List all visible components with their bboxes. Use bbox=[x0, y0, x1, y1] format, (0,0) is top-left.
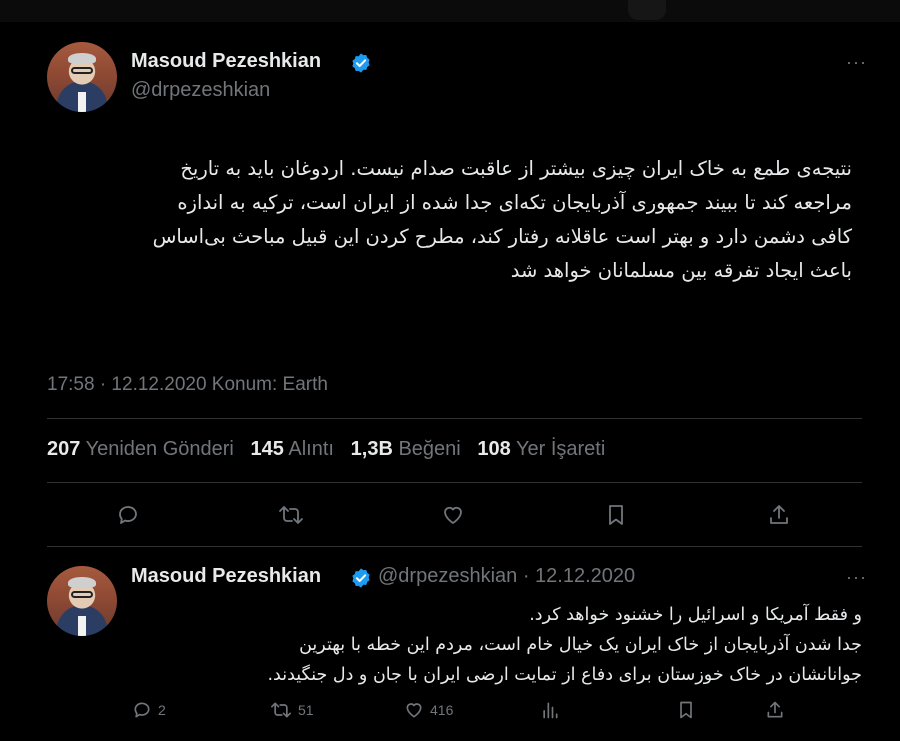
reply-share-button[interactable] bbox=[765, 700, 785, 720]
more-options-icon[interactable]: ··· bbox=[846, 567, 867, 588]
retweet-label: Yeniden Gönderi bbox=[85, 438, 234, 460]
avatar-shirt bbox=[77, 92, 87, 112]
quote-count: 145 bbox=[250, 438, 284, 460]
tweet-text-line: نتیجه‌ی طمع به خاک ایران چیزی بیشتر از ع… bbox=[180, 157, 852, 180]
retweet-count: 207 bbox=[47, 438, 81, 460]
reply-text: و فقط آمریکا و اسرائیل را خشنود خواهد کر… bbox=[267, 600, 862, 690]
verified-badge-icon bbox=[352, 53, 370, 73]
retweet-stat[interactable]: 207 Yeniden Gönderi bbox=[47, 438, 239, 460]
author-handle[interactable]: @drpezeshkian bbox=[131, 79, 270, 102]
quote-label: Alıntı bbox=[288, 438, 334, 460]
like-icon bbox=[444, 506, 462, 524]
reply-text-line: جوانانشان در خاک خوزستان برای دفاع از تم… bbox=[267, 665, 862, 685]
like-icon bbox=[406, 703, 422, 718]
divider bbox=[47, 482, 862, 483]
reply-icon bbox=[134, 702, 150, 718]
like-count: 1,3B bbox=[350, 438, 393, 460]
divider bbox=[47, 418, 862, 419]
bookmark-count: 108 bbox=[477, 438, 511, 460]
like-count: 416 bbox=[430, 702, 454, 718]
reply-count: 2 bbox=[158, 702, 166, 718]
reply-retweet-button[interactable]: 51 bbox=[270, 700, 314, 720]
tweet-timestamp[interactable]: 17:58 · 12.12.2020 Konum: Earth bbox=[47, 374, 328, 396]
avatar-glasses bbox=[70, 67, 94, 75]
tweet-text-line: باعث ایجاد تفرقه بین مسلمانان خواهد شد bbox=[510, 259, 852, 282]
avatar[interactable] bbox=[47, 42, 117, 112]
bookmark-icon bbox=[609, 505, 623, 525]
retweet-count: 51 bbox=[298, 702, 314, 718]
retweet-icon bbox=[279, 506, 303, 524]
views-button[interactable] bbox=[540, 700, 560, 720]
bookmark-stat[interactable]: 108 Yer İşareti bbox=[477, 438, 605, 460]
quote-stat[interactable]: 145 Alıntı bbox=[251, 438, 340, 460]
reply-bookmark-button[interactable] bbox=[676, 700, 696, 720]
like-stat[interactable]: 1,3B Beğeni bbox=[351, 438, 467, 460]
author-name[interactable]: Masoud Pezeshkian bbox=[131, 50, 321, 73]
top-tab-notch bbox=[628, 0, 666, 20]
reply-button[interactable] bbox=[116, 503, 140, 527]
tweet-text-line: کافی دشمن دارد و بهتر است عاقلانه رفتار … bbox=[152, 225, 852, 248]
reply-avatar[interactable] bbox=[47, 566, 117, 636]
avatar-hair bbox=[68, 577, 96, 589]
verified-badge-icon bbox=[352, 568, 370, 588]
more-options-icon[interactable]: ··· bbox=[846, 52, 867, 73]
tweet-stats: 207 Yeniden Gönderi 145 Alıntı 1,3B Beğe… bbox=[47, 438, 605, 461]
reply-author-name[interactable]: Masoud Pezeshkian bbox=[131, 565, 321, 588]
retweet-icon bbox=[271, 702, 291, 718]
tweet-text: نتیجه‌ی طمع به خاک ایران چیزی بیشتر از ع… bbox=[153, 152, 852, 288]
like-label: Beğeni bbox=[398, 438, 461, 460]
reply-reply-button[interactable]: 2 bbox=[132, 700, 166, 720]
retweet-button[interactable] bbox=[278, 503, 304, 527]
window-top-strip bbox=[0, 0, 900, 22]
reply-text-line: و فقط آمریکا و اسرائیل را خشنود خواهد کر… bbox=[529, 605, 862, 625]
tweet-text-line: مراجعه کند تا ببیند جمهوری آذربایجان تکه… bbox=[177, 191, 852, 214]
share-button[interactable] bbox=[767, 503, 791, 527]
share-icon bbox=[770, 505, 788, 524]
divider bbox=[47, 546, 862, 547]
avatar-glasses bbox=[70, 591, 94, 599]
share-icon bbox=[767, 701, 783, 718]
reply-icon bbox=[119, 506, 137, 524]
reply-text-line: جدا شدن آذربایجان از خاک ایران یک خیال خ… bbox=[299, 635, 862, 655]
reply-handle-date[interactable]: @drpezeshkian · 12.12.2020 bbox=[378, 565, 635, 588]
bookmark-button[interactable] bbox=[604, 503, 628, 527]
avatar-hair bbox=[68, 53, 96, 65]
views-icon bbox=[543, 702, 558, 719]
reply-like-button[interactable]: 416 bbox=[404, 700, 453, 720]
like-button[interactable] bbox=[441, 503, 465, 527]
avatar-shirt bbox=[77, 616, 87, 636]
bookmark-label: Yer İşareti bbox=[516, 438, 606, 460]
bookmark-icon bbox=[680, 701, 692, 719]
